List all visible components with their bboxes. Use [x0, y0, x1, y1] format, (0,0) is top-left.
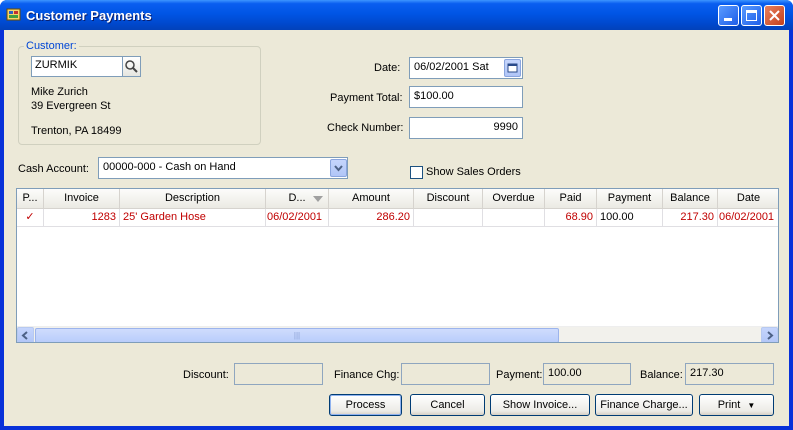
- process-button[interactable]: Process: [329, 394, 402, 416]
- row-due-date: 06/02/2001: [266, 209, 329, 227]
- date-label: Date:: [374, 62, 401, 74]
- grid-header: P... Invoice Description D... Amount Dis…: [17, 189, 778, 209]
- print-button-label: Print: [717, 399, 741, 411]
- close-button[interactable]: [764, 5, 785, 26]
- close-icon: [769, 10, 780, 21]
- row-invoice: 1283: [44, 209, 120, 227]
- customer-name: Mike Zurich: [31, 86, 88, 98]
- column-header-invoice[interactable]: Invoice: [44, 189, 120, 209]
- scroll-thumb[interactable]: |||: [35, 328, 559, 342]
- maximize-button[interactable]: [741, 5, 762, 26]
- table-row[interactable]: ✓ 1283 25' Garden Hose 06/02/2001 286.20…: [17, 209, 778, 227]
- customer-address-line2: Trenton, PA 18499: [31, 125, 122, 137]
- discount-label: Discount:: [183, 369, 229, 381]
- payment-label: Payment:: [496, 369, 543, 381]
- minimize-button[interactable]: [718, 5, 739, 26]
- show-invoice-button[interactable]: Show Invoice...: [490, 394, 590, 416]
- column-header-p[interactable]: P...: [17, 189, 44, 209]
- balance-label: Balance:: [640, 369, 683, 381]
- column-header-due-date[interactable]: D...: [266, 189, 329, 209]
- customer-legend: Customer:: [24, 40, 79, 52]
- column-header-payment[interactable]: Payment: [597, 189, 663, 209]
- print-button[interactable]: Print ▼: [699, 394, 774, 416]
- column-header-amount[interactable]: Amount: [329, 189, 414, 209]
- finance-chg-field: [401, 363, 490, 385]
- horizontal-scrollbar[interactable]: |||: [17, 326, 778, 342]
- dropdown-arrow-icon: ▼: [747, 401, 756, 410]
- column-header-balance[interactable]: Balance: [663, 189, 718, 209]
- row-amount: 286.20: [329, 209, 414, 227]
- cash-account-label: Cash Account:: [18, 163, 89, 175]
- column-header-paid[interactable]: Paid: [545, 189, 597, 209]
- finance-charge-button[interactable]: Finance Charge...: [595, 394, 693, 416]
- row-paid-check[interactable]: ✓: [17, 209, 44, 227]
- search-icon: [125, 60, 138, 73]
- chevron-right-icon: [767, 331, 774, 340]
- customer-address-line1: 39 Evergreen St: [31, 100, 111, 112]
- chevron-left-icon: [21, 331, 28, 340]
- column-header-date[interactable]: Date: [718, 189, 778, 209]
- row-balance: 217.30: [663, 209, 718, 227]
- calendar-icon: [507, 63, 518, 73]
- customer-code-field[interactable]: ZURMIK: [31, 56, 123, 77]
- payment-total-display: 100.00: [543, 363, 631, 385]
- show-sales-orders-checkbox[interactable]: [410, 166, 423, 179]
- check-number-field[interactable]: 9990: [409, 117, 523, 139]
- column-header-discount[interactable]: Discount: [414, 189, 483, 209]
- calendar-button[interactable]: [504, 59, 521, 77]
- dialog-body: Customer: ZURMIK Mike Zurich 39 Evergree…: [4, 30, 789, 426]
- payment-total-label: Payment Total:: [330, 92, 403, 104]
- customer-payments-window: Customer Payments Customer: ZURMIK Mike …: [0, 0, 793, 430]
- invoice-grid: P... Invoice Description D... Amount Dis…: [16, 188, 779, 343]
- customer-lookup-button[interactable]: [122, 56, 141, 77]
- finance-chg-label: Finance Chg:: [334, 369, 400, 381]
- column-header-overdue[interactable]: Overdue: [483, 189, 545, 209]
- row-overdue: [483, 209, 545, 227]
- discount-total-field: [234, 363, 323, 385]
- cancel-button[interactable]: Cancel: [410, 394, 485, 416]
- row-description: 25' Garden Hose: [120, 209, 266, 227]
- balance-display: 217.30: [685, 363, 774, 385]
- chevron-down-icon: [334, 165, 343, 172]
- row-paid: 68.90: [545, 209, 597, 227]
- row-date: 06/02/2001: [718, 209, 778, 227]
- column-header-description[interactable]: Description: [120, 189, 266, 209]
- app-icon: [6, 8, 21, 21]
- window-title: Customer Payments: [26, 8, 152, 23]
- show-sales-orders-label: Show Sales Orders: [426, 166, 521, 178]
- scroll-right-button[interactable]: [761, 327, 778, 342]
- sort-desc-icon: [313, 196, 323, 202]
- title-bar[interactable]: Customer Payments: [0, 0, 793, 30]
- row-discount[interactable]: [414, 209, 483, 227]
- scroll-left-button[interactable]: [17, 327, 34, 342]
- cash-account-dropdown-button[interactable]: [330, 159, 347, 177]
- payment-total-field[interactable]: $100.00: [409, 86, 523, 108]
- check-number-label: Check Number:: [327, 122, 404, 134]
- cash-account-select[interactable]: 00000-000 - Cash on Hand: [98, 157, 348, 179]
- column-header-due-date-label: D...: [288, 192, 306, 204]
- row-payment[interactable]: 100.00: [597, 209, 663, 227]
